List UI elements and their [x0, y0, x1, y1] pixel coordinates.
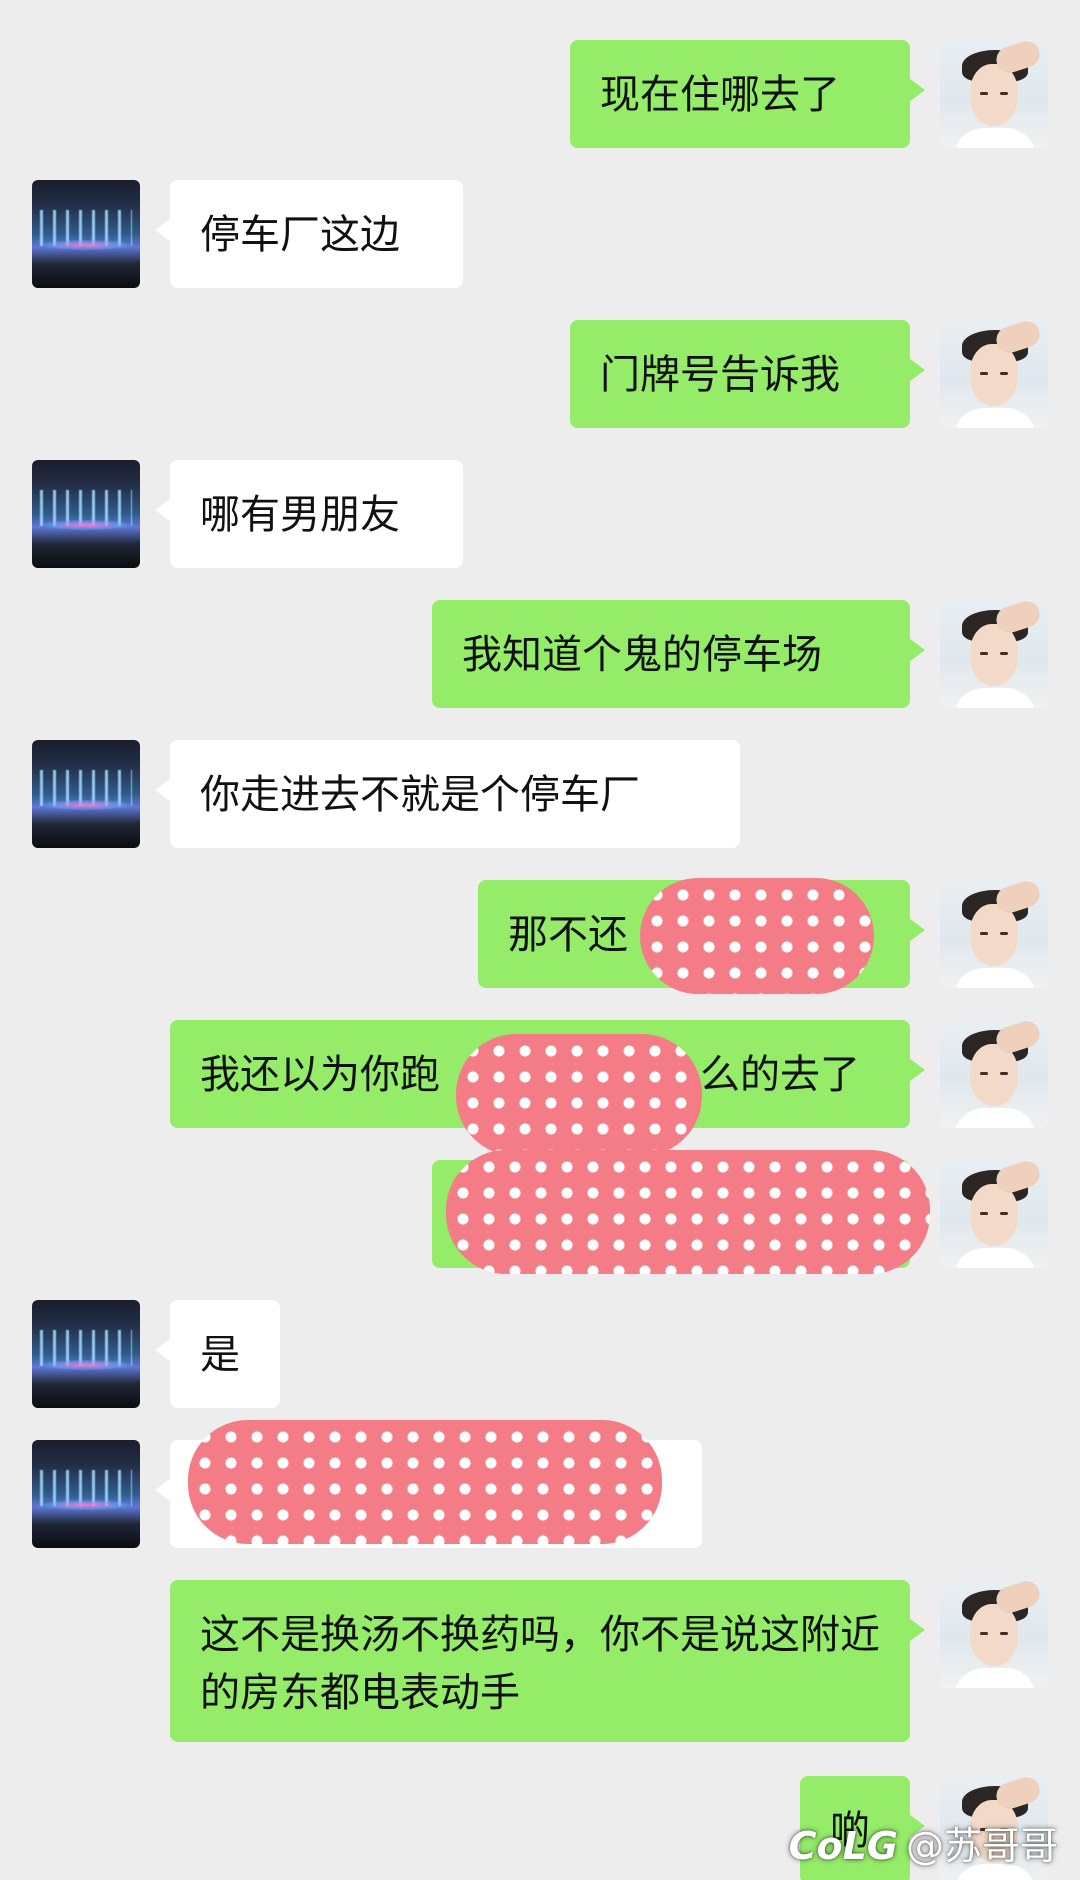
message-text: 你走进去不就是个停车厂 — [200, 772, 640, 818]
message-text: 这不是换汤不换药吗，你不是说这附近的房东都电表动手 — [200, 1612, 880, 1716]
message-text: 门牌号告诉我 — [600, 352, 840, 398]
contact-avatar[interactable] — [32, 740, 140, 848]
message-text: 停车厂这边 — [200, 212, 400, 258]
incoming-message[interactable]: 停车厂这边 — [155, 180, 463, 288]
message-text-start: 我还以为你跑 — [200, 1052, 440, 1098]
message-text: 哪有男朋友 — [200, 492, 400, 538]
censor-sticker — [446, 1150, 930, 1274]
own-avatar[interactable] — [940, 880, 1048, 988]
own-avatar[interactable] — [940, 1020, 1048, 1128]
outgoing-message[interactable]: 现在住哪去了 — [570, 40, 925, 148]
own-avatar[interactable] — [940, 1160, 1048, 1268]
own-avatar[interactable] — [940, 1580, 1048, 1688]
censor-sticker — [640, 878, 874, 994]
own-avatar[interactable] — [940, 40, 1048, 148]
watermark-handle: @苏哥哥 — [905, 1824, 1058, 1868]
outgoing-message[interactable]: 我知道个鬼的停车场 — [432, 600, 925, 708]
own-avatar[interactable] — [940, 600, 1048, 708]
contact-avatar[interactable] — [32, 460, 140, 568]
contact-avatar[interactable] — [32, 180, 140, 288]
contact-avatar[interactable] — [32, 1440, 140, 1548]
watermark-logo: CoLG — [788, 1824, 898, 1868]
contact-avatar[interactable] — [32, 1300, 140, 1408]
incoming-message[interactable]: 是 — [155, 1300, 280, 1408]
censor-sticker — [188, 1420, 662, 1544]
censor-sticker — [456, 1034, 702, 1156]
own-avatar[interactable] — [940, 320, 1048, 428]
outgoing-message[interactable]: 门牌号告诉我 — [570, 320, 925, 428]
message-text: 那不还 — [508, 912, 628, 958]
message-text: 我知道个鬼的停车场 — [462, 632, 822, 678]
incoming-message[interactable]: 哪有男朋友 — [155, 460, 463, 568]
chat-view: 现在住哪去了 停车厂这边 门牌号告诉我 哪有男朋友 我知道个鬼的停车场 你走进去… — [0, 0, 1080, 1880]
incoming-message[interactable]: 你走进去不就是个停车厂 — [155, 740, 740, 848]
outgoing-message[interactable]: 这不是换汤不换药吗，你不是说这附近的房东都电表动手 — [170, 1580, 925, 1742]
message-text: 是 — [200, 1332, 240, 1378]
message-text-end: 么的去了 — [700, 1052, 860, 1098]
message-text: 现在住哪去了 — [600, 72, 840, 118]
watermark: CoLG @苏哥哥 — [789, 1815, 1058, 1870]
